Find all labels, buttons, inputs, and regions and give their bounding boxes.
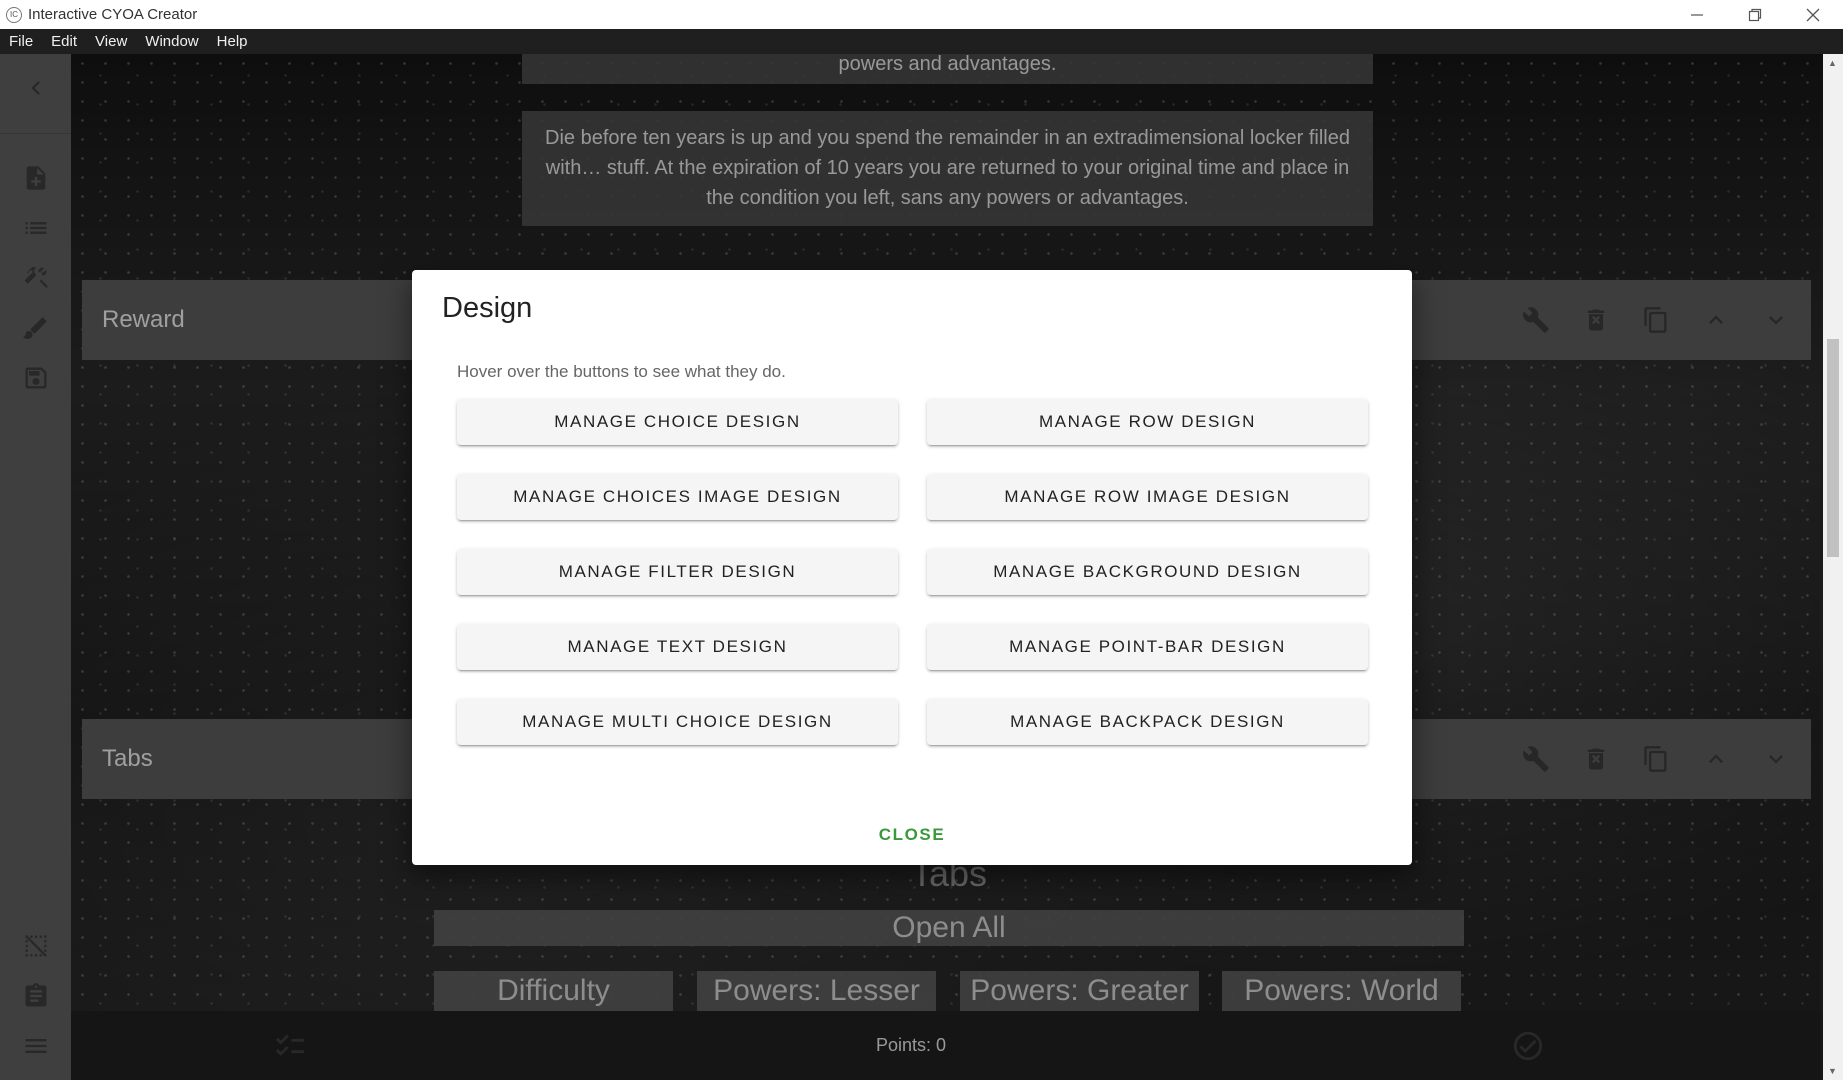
title-bar: IC Interactive CYOA Creator bbox=[0, 0, 1843, 29]
menu-view[interactable]: View bbox=[86, 33, 136, 50]
app-icon: IC bbox=[6, 6, 22, 23]
menu-window[interactable]: Window bbox=[136, 33, 207, 50]
window-title: Interactive CYOA Creator bbox=[28, 6, 198, 23]
restore-button[interactable] bbox=[1726, 0, 1784, 29]
dialog-title: Design bbox=[442, 292, 533, 324]
menu-file[interactable]: File bbox=[0, 33, 42, 50]
menu-help[interactable]: Help bbox=[208, 33, 257, 50]
manage-row-design-button[interactable]: MANAGE ROW DESIGN bbox=[927, 399, 1368, 445]
design-dialog: Design Hover over the buttons to see wha… bbox=[412, 270, 1412, 865]
manage-background-design-button[interactable]: MANAGE BACKGROUND DESIGN bbox=[927, 549, 1368, 595]
minimize-icon bbox=[1691, 13, 1703, 16]
scroll-up-arrow-icon[interactable]: ▲ bbox=[1828, 58, 1837, 68]
restore-icon bbox=[1748, 8, 1762, 21]
close-icon bbox=[1806, 8, 1820, 21]
scroll-down-arrow-icon[interactable]: ▼ bbox=[1828, 1066, 1837, 1076]
manage-multi-choice-design-button[interactable]: MANAGE MULTI CHOICE DESIGN bbox=[457, 699, 898, 745]
scrollbar[interactable]: ▲ ▼ bbox=[1823, 54, 1843, 1080]
manage-backpack-design-button[interactable]: MANAGE BACKPACK DESIGN bbox=[927, 699, 1368, 745]
menu-bar: File Edit View Window Help bbox=[0, 29, 1843, 54]
menu-edit[interactable]: Edit bbox=[42, 33, 86, 50]
manage-filter-design-button[interactable]: MANAGE FILTER DESIGN bbox=[457, 549, 898, 595]
dialog-close-button[interactable]: CLOSE bbox=[852, 820, 972, 850]
scrollbar-thumb[interactable] bbox=[1827, 339, 1839, 557]
manage-row-image-design-button[interactable]: MANAGE ROW IMAGE DESIGN bbox=[927, 474, 1368, 520]
minimize-button[interactable] bbox=[1668, 0, 1726, 29]
manage-point-bar-design-button[interactable]: MANAGE POINT-BAR DESIGN bbox=[927, 624, 1368, 670]
dialog-hint: Hover over the buttons to see what they … bbox=[457, 362, 786, 381]
close-window-button[interactable] bbox=[1784, 0, 1842, 29]
manage-choice-design-button[interactable]: MANAGE CHOICE DESIGN bbox=[457, 399, 898, 445]
manage-text-design-button[interactable]: MANAGE TEXT DESIGN bbox=[457, 624, 898, 670]
manage-choices-image-design-button[interactable]: MANAGE CHOICES IMAGE DESIGN bbox=[457, 474, 898, 520]
